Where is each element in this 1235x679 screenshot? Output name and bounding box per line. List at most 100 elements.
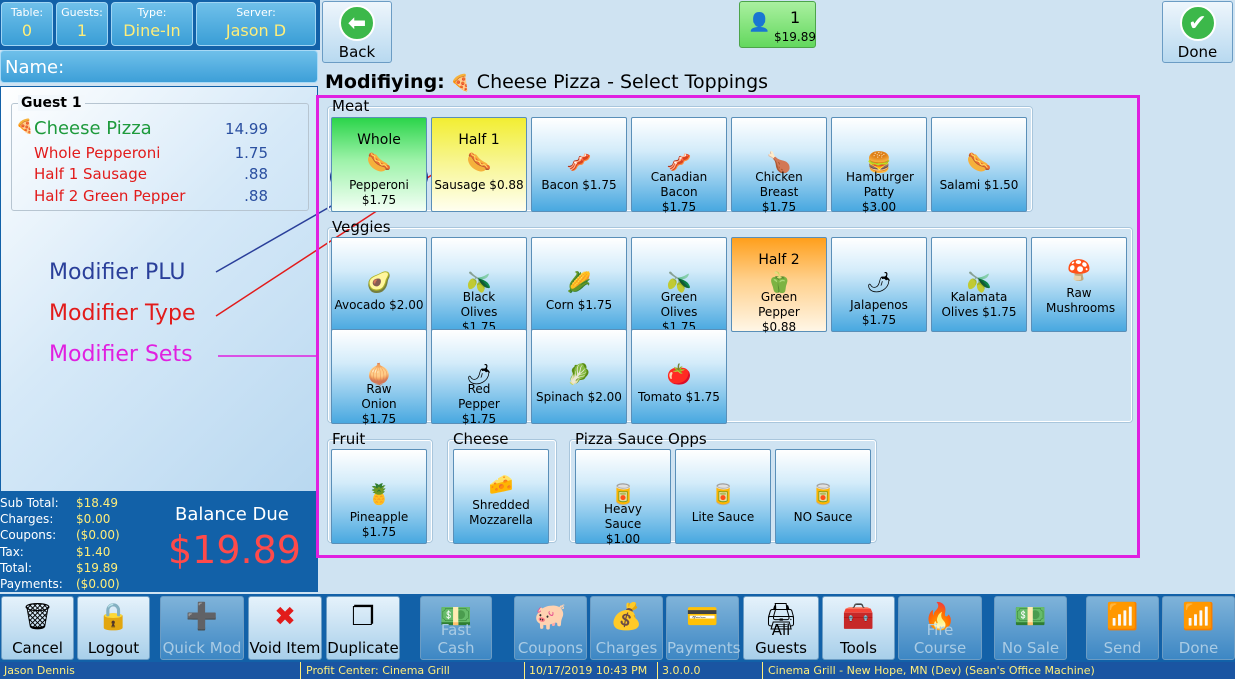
modifier-name: Heavy Sauce $1.00: [604, 502, 642, 546]
done-bottom-button[interactable]: 📶 Done: [1162, 596, 1235, 660]
modifier-name: Bacon $1.75: [541, 178, 617, 192]
tomato-icon: 🍅: [666, 362, 692, 386]
modifier-tile-jalapenos[interactable]: 🌶 Jalapenos $1.75: [831, 237, 927, 332]
corn-icon: 🌽: [566, 270, 592, 294]
payments-label: Payments:: [0, 577, 63, 591]
send-button[interactable]: 📶 Send: [1086, 596, 1159, 660]
button-label: No Sale: [1001, 639, 1060, 657]
modifier-tile-pepperoni[interactable]: Whole 🌭 Pepperoni $1.75: [331, 117, 427, 212]
quick-mod-button[interactable]: ➕ Quick Mod: [160, 596, 244, 660]
modifier-tile-corn[interactable]: 🌽 Corn $1.75: [531, 237, 627, 332]
status-divider: [657, 662, 658, 679]
modifier-name: Jalapenos $1.75: [850, 298, 908, 327]
modifier-name: Corn $1.75: [545, 298, 613, 312]
modifier-tile-raw-mushrooms[interactable]: 🍄 Raw Mushrooms: [1031, 237, 1127, 332]
coupons-value: ($0.00): [76, 528, 120, 542]
button-label: Send: [1103, 639, 1142, 657]
status-divider: [524, 662, 525, 679]
subtotal-label: Sub Total:: [0, 496, 59, 510]
page-title: Modifiying: 🍕 Cheese Pizza - Select Topp…: [325, 71, 768, 93]
charges-button[interactable]: 💰 Charges: [590, 596, 663, 660]
logout-button[interactable]: 🔒 Logout: [77, 596, 150, 660]
modifier-tile-avocado[interactable]: 🥑 Avocado $2.00: [331, 237, 427, 332]
done-top-button[interactable]: ✔ Done: [1162, 1, 1233, 63]
modifier-tile-heavy-sauce[interactable]: 🥫 Heavy Sauce $1.00: [575, 449, 671, 546]
modifier-tile-sausage[interactable]: Half 1 🌭 Sausage $0.88: [431, 117, 527, 212]
sauce-jar-icon: 🥫: [810, 482, 836, 506]
modifier-tile-pineapple[interactable]: 🍍 Pineapple $1.75: [331, 449, 427, 544]
modifier-tile-salami[interactable]: 🌭 Salami $1.50: [931, 117, 1027, 212]
modifier-name: Tomato $1.75: [638, 390, 720, 404]
tools-button[interactable]: 🧰 Tools: [822, 596, 895, 660]
modifier-name: Raw Mushrooms: [1046, 286, 1116, 315]
modifier-name: Spinach $2.00: [536, 390, 622, 404]
status-divider: [762, 662, 763, 679]
modifier-name: Salami $1.50: [939, 178, 1019, 192]
bottom-toolbar: 🗑 Cancel 🔒 Logout ➕ Quick Mod ✖ Void Ite…: [0, 594, 1235, 662]
copy-icon: ❐: [351, 602, 375, 632]
modifier-tile-raw-onion[interactable]: 🧅 Raw Onion $1.75: [331, 329, 427, 426]
modifier-name: Avocado $2.00: [334, 298, 424, 312]
button-label: Fire Course: [913, 621, 967, 657]
modifier-tile-green-olives[interactable]: 🫒 Green Olives $1.75: [631, 237, 727, 334]
modifier-name: Lite Sauce: [691, 510, 755, 524]
totals-panel: Sub Total: $18.49 Charges: $0.00 Coupons…: [0, 492, 318, 592]
modifier-tile-canadian-bacon[interactable]: 🥓 Canadian Bacon $1.75: [631, 117, 727, 214]
modifier-tile-hamburger-patty[interactable]: 🍔 Hamburger Patty $3.00: [831, 117, 927, 214]
modifier-tile-green-pepper[interactable]: Half 2 🫑 Green Pepper $0.88: [731, 237, 827, 334]
modifier-tile-spinach[interactable]: 🥬 Spinach $2.00: [531, 329, 627, 424]
modifier-tile-chicken-breast[interactable]: 🍗 Chicken Breast $1.75: [731, 117, 827, 214]
group-title: Cheese: [453, 430, 509, 448]
button-label: Cancel: [12, 639, 63, 657]
status-profit-center: Profit Center: Cinema Grill: [306, 664, 450, 677]
coupons-label: Coupons:: [0, 528, 57, 542]
credit-card-icon: 💳: [686, 602, 719, 632]
modifier-name: Red Pepper $1.75: [458, 382, 500, 426]
pepperoni-icon: 🌭: [366, 150, 392, 174]
modifier-tile-red-pepper[interactable]: 🌶 Red Pepper $1.75: [431, 329, 527, 426]
modifier-tile-bacon[interactable]: 🥓 Bacon $1.75: [531, 117, 627, 212]
fast-cash-button[interactable]: 💵 Fast Cash: [420, 596, 492, 660]
modifier-name: Canadian Bacon $1.75: [650, 170, 708, 214]
modifier-name: Chicken Breast $1.75: [755, 170, 803, 214]
button-label: Charges: [595, 639, 658, 657]
total-label: Total:: [0, 561, 33, 575]
signal-icon: 📶: [1106, 602, 1139, 632]
group-title: Meat: [332, 97, 370, 115]
no-sale-button[interactable]: 💵 No Sale: [994, 596, 1067, 660]
back-button[interactable]: ⬅ Back: [322, 1, 392, 63]
button-label: Void Item: [249, 639, 321, 657]
modifier-tile-lite-sauce[interactable]: 🥫 Lite Sauce: [675, 449, 771, 544]
button-label: All Guests: [755, 621, 807, 657]
all-guests-button[interactable]: 🖨 All Guests: [743, 596, 819, 660]
payments-value: ($0.00): [76, 577, 120, 591]
balance-due-value: $19.89: [168, 528, 301, 572]
sauce-jar-icon: 🥫: [710, 482, 736, 506]
modifier-name: NO Sauce: [793, 510, 853, 524]
back-label: Back: [338, 43, 376, 61]
fire-course-button[interactable]: 🔥 Fire Course: [898, 596, 982, 660]
plus-icon: ➕: [185, 602, 219, 632]
modifier-tile-shredded-mozzarella[interactable]: 🧀 Shredded Mozzarella: [453, 449, 549, 544]
modifier-tile-black-olives[interactable]: 🫒 Black Olives $1.75: [431, 237, 527, 334]
modifier-name: Green Pepper $0.88: [758, 290, 800, 334]
modifier-type-label: Half 2: [758, 252, 800, 268]
modifier-tile-kalamata-olives[interactable]: 🫒 Kalamata Olives $1.75: [931, 237, 1027, 332]
checkmark-icon: ✔: [1179, 5, 1216, 41]
void-item-button[interactable]: ✖ Void Item: [248, 596, 322, 660]
pizza-icon: 🍕: [450, 73, 471, 92]
button-label: Fast Cash: [437, 621, 475, 657]
button-label: Coupons: [517, 639, 584, 657]
balance-due-label: Balance Due: [175, 504, 289, 525]
modifier-type-label: Whole: [357, 132, 401, 148]
duplicate-button[interactable]: ❐ Duplicate: [326, 596, 400, 660]
coupons-button[interactable]: 🐖 Coupons: [514, 596, 587, 660]
modifier-tile-no-sauce[interactable]: 🥫 NO Sauce: [775, 449, 871, 544]
cheese-icon: 🧀: [488, 472, 514, 496]
cancel-button[interactable]: 🗑 Cancel: [1, 596, 74, 660]
modifier-tile-tomato[interactable]: 🍅 Tomato $1.75: [631, 329, 727, 424]
payments-button[interactable]: 💳 Payments: [666, 596, 740, 660]
status-location: Cinema Grill - New Hope, MN (Dev) (Sean'…: [768, 664, 1095, 677]
mushroom-icon: 🍄: [1066, 258, 1092, 282]
guest-count-button[interactable]: 👤 1 $19.89: [739, 1, 816, 48]
